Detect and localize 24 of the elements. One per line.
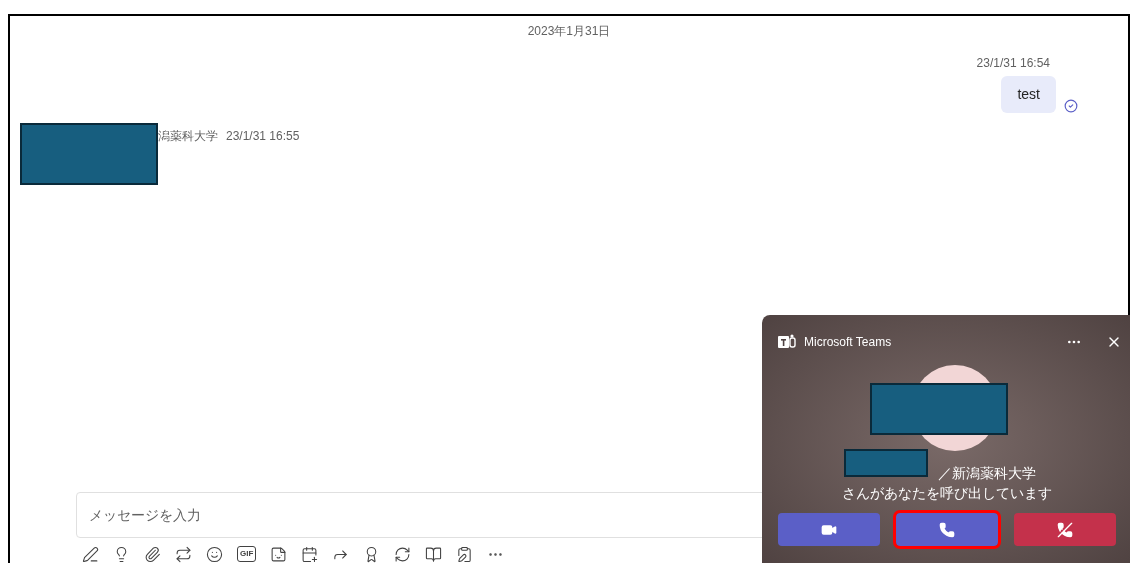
sender-name: 潟薬科大学 [158, 128, 218, 145]
refresh-icon[interactable] [394, 546, 412, 563]
calendar-icon[interactable] [301, 546, 319, 563]
phone-icon [939, 521, 955, 538]
hang-up-icon [1057, 521, 1073, 538]
book-icon[interactable] [425, 546, 443, 563]
caller-organization: ／新潟薬科大学 [938, 464, 1036, 483]
date-divider: 2023年1月31日 [527, 23, 611, 40]
loop-icon[interactable] [175, 546, 192, 563]
message-timestamp: 23/1/31 16:54 [976, 55, 1050, 72]
clipboard-icon[interactable] [456, 546, 474, 563]
video-call-button[interactable] [778, 513, 880, 546]
sticker-icon[interactable] [270, 546, 288, 563]
emoji-icon[interactable] [206, 546, 223, 563]
calling-message: さんがあなたを呼び出しています [842, 484, 1052, 503]
message-timestamp: 23/1/31 16:55 [226, 128, 300, 145]
decline-button[interactable] [1014, 513, 1116, 546]
message-bubble: test [1001, 76, 1056, 113]
format-icon[interactable] [82, 546, 99, 563]
paperclip-icon[interactable] [144, 546, 161, 563]
audio-call-button[interactable] [896, 513, 998, 546]
app-name: Microsoft Teams [804, 334, 893, 351]
gif-button[interactable]: GIF [237, 546, 257, 562]
app-logo-icon [778, 334, 796, 350]
